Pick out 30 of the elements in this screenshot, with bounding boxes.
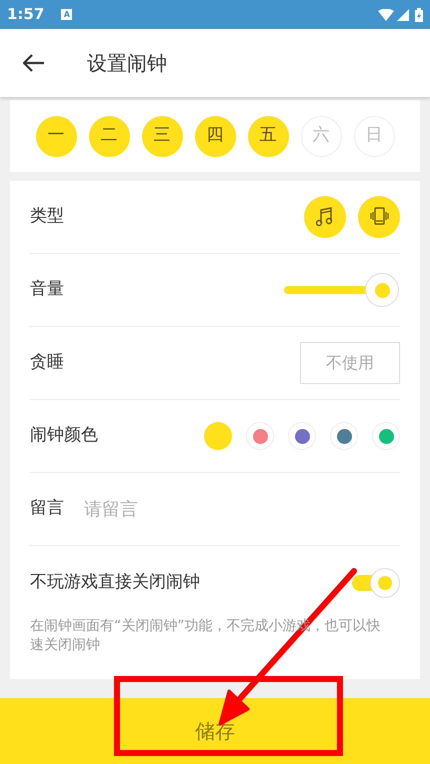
screen-title: 设置闹钟 — [87, 50, 167, 77]
day-toggle[interactable]: 三 — [142, 116, 182, 156]
color-swatch[interactable] — [204, 422, 232, 450]
wifi-icon — [378, 8, 394, 20]
day-toggle[interactable]: 五 — [248, 116, 288, 156]
volume-slider[interactable] — [282, 272, 400, 308]
setting-label: 音量 — [30, 278, 64, 302]
day-toggle[interactable]: 二 — [88, 116, 130, 156]
message-field[interactable]: 请留言 — [84, 496, 400, 522]
setting-label: 闹钟颜色 — [30, 424, 98, 448]
music-note-icon — [316, 207, 334, 227]
alarm-type-button[interactable] — [304, 196, 346, 238]
setting-label: 类型 — [30, 205, 64, 228]
alarm-type-button[interactable] — [358, 196, 400, 238]
setting-label: 留言 — [30, 497, 64, 520]
color-swatch[interactable] — [246, 422, 274, 450]
notification-icon: A — [61, 9, 72, 20]
back-icon[interactable] — [23, 54, 45, 72]
status-time: 1:57 — [7, 4, 44, 26]
day-toggle[interactable]: 一 — [36, 116, 76, 156]
vibrating-phone-icon — [368, 207, 390, 227]
day-toggle[interactable]: 四 — [194, 116, 236, 156]
color-swatch[interactable] — [288, 422, 316, 450]
color-swatch[interactable] — [372, 422, 400, 450]
setting-label: 不玩游戏直接关闭闹钟 — [30, 570, 200, 594]
toggle-switch[interactable] — [350, 568, 400, 598]
setting-label: 贪睡 — [30, 351, 64, 374]
battery-icon — [415, 8, 423, 22]
signal-icon — [397, 8, 409, 20]
color-swatch[interactable] — [330, 422, 358, 450]
